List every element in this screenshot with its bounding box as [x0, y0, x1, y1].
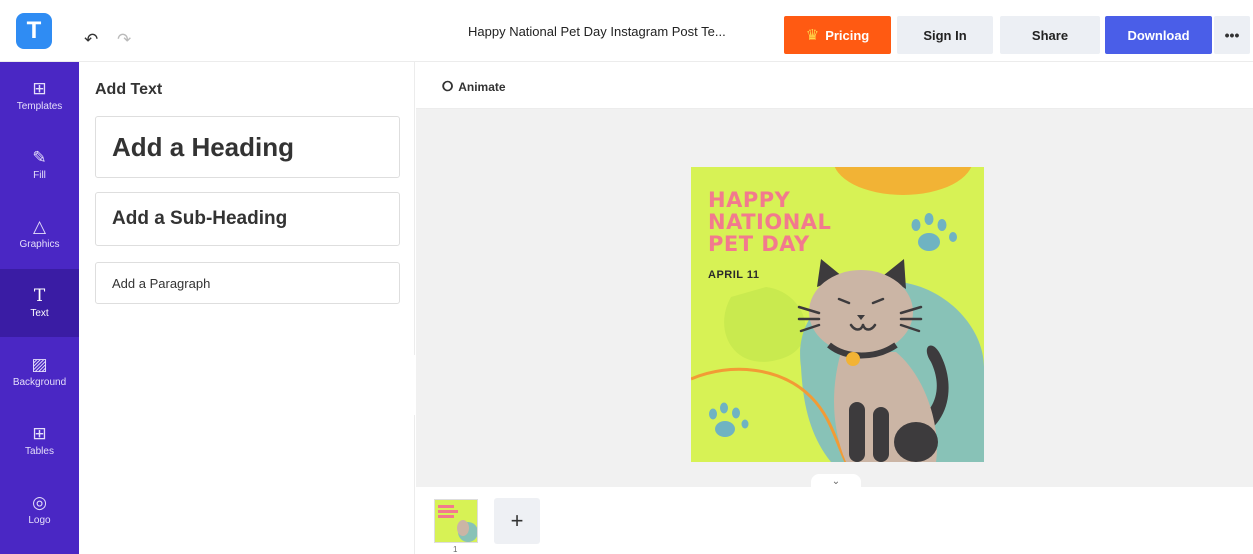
add-heading-button[interactable]: Add a Heading — [95, 116, 400, 178]
background-icon: ▨ — [31, 355, 48, 374]
share-button[interactable]: Share — [1000, 16, 1100, 54]
app-logo[interactable]: T — [16, 13, 52, 49]
sidebar-item-background[interactable]: ▨ Background — [0, 338, 79, 406]
pricing-button[interactable]: ♛ Pricing — [784, 16, 891, 54]
table-icon: ⊞ — [32, 424, 47, 443]
shapes-icon: △ — [32, 217, 47, 236]
sidebar-item-label: Templates — [16, 101, 63, 112]
editor-toolbar: ⭘ Animate — [416, 62, 1253, 109]
sidebar-item-label: Tables — [25, 446, 54, 457]
document-title[interactable]: Happy National Pet Day Instagram Post Te… — [468, 24, 768, 39]
sidebar-item-label: Text — [30, 308, 49, 319]
panel-title: Add Text — [95, 81, 163, 98]
download-button[interactable]: Download — [1105, 16, 1212, 54]
design-title-line: HAPPY — [708, 188, 791, 212]
page-number: 1 — [453, 545, 458, 554]
top-bar: T ↶ ↷ Happy National Pet Day Instagram P… — [0, 0, 1253, 62]
animate-label: Animate — [458, 79, 506, 94]
sidebar-item-tables[interactable]: ⊞ Tables — [0, 407, 79, 475]
text-panel: Add Text Add a Heading Add a Sub-Heading… — [79, 62, 415, 554]
sidebar-item-logo[interactable]: ◎ Logo — [0, 476, 79, 544]
design-title-line: NATIONAL — [708, 210, 832, 234]
add-paragraph-button[interactable]: Add a Paragraph — [95, 262, 400, 304]
sidebar-item-label: Logo — [28, 515, 51, 526]
pencil-icon: ✎ — [32, 148, 47, 167]
page-thumbnail[interactable] — [434, 499, 478, 543]
design-title-line: PET DAY — [708, 232, 810, 256]
add-subheading-button[interactable]: Add a Sub-Heading — [95, 192, 400, 246]
sidebar-item-templates[interactable]: ⊞ Templates — [0, 62, 79, 130]
sidebar-item-graphics[interactable]: △ Graphics — [0, 200, 79, 268]
design-title[interactable]: HAPPY NATIONAL PET DAY — [708, 189, 831, 255]
editor-app: T ↶ ↷ Happy National Pet Day Instagram P… — [0, 0, 1253, 554]
more-options-button[interactable]: ••• — [1214, 16, 1250, 54]
animate-icon: ⭘ — [442, 78, 454, 94]
sidebar-item-label: Fill — [33, 170, 46, 181]
undo-icon[interactable]: ↶ — [84, 30, 98, 50]
animate-button[interactable]: ⭘ Animate — [442, 78, 506, 95]
design-canvas[interactable]: HAPPY NATIONAL PET DAY APRIL 11 — [691, 167, 984, 462]
redo-icon[interactable]: ↷ — [117, 30, 131, 50]
design-date[interactable]: APRIL 11 — [708, 269, 760, 281]
logo-icon: ◎ — [32, 493, 47, 512]
crown-icon: ♛ — [805, 27, 820, 44]
sidebar-item-label: Graphics — [19, 239, 60, 250]
left-sidebar: ⊞ Templates ✎ Fill △ Graphics T Text ▨ B… — [0, 62, 79, 554]
add-page-button[interactable]: + — [494, 498, 540, 544]
text-icon: T — [33, 286, 46, 306]
sidebar-item-label: Background — [12, 377, 67, 388]
sidebar-item-fill[interactable]: ✎ Fill — [0, 131, 79, 199]
sidebar-item-text[interactable]: T Text — [0, 269, 79, 337]
pricing-label: Pricing — [825, 27, 870, 43]
chevron-down-icon[interactable]: ⌄ — [811, 474, 861, 490]
templates-icon: ⊞ — [32, 79, 47, 98]
page-strip: 1 + — [416, 487, 1253, 554]
sign-in-button[interactable]: Sign In — [897, 16, 993, 54]
